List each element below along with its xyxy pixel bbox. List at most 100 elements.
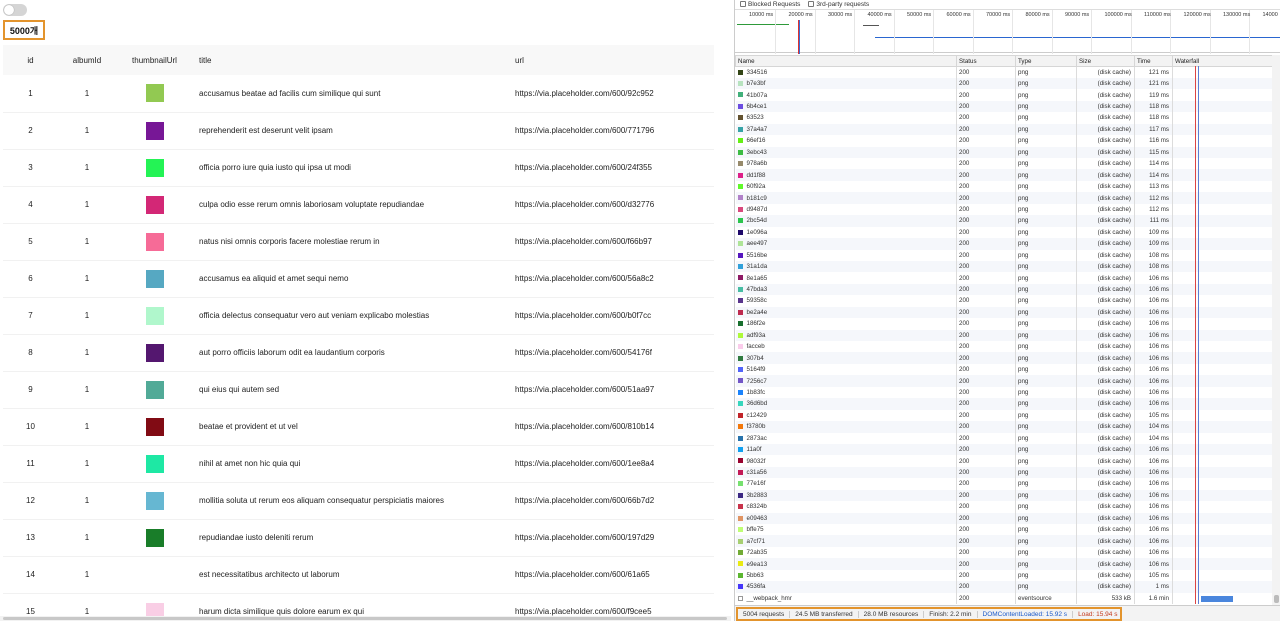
request-row[interactable]: 1b83fc 200 png (disk cache) 106 ms bbox=[735, 386, 1273, 399]
request-row[interactable]: 37a4a7 200 png (disk cache) 117 ms bbox=[735, 123, 1273, 136]
request-row[interactable]: 77e16f 200 png (disk cache) 106 ms bbox=[735, 478, 1273, 490]
request-row[interactable]: 11a0f 200 png (disk cache) 106 ms bbox=[735, 443, 1273, 456]
request-row[interactable]: 63523 200 png (disk cache) 118 ms bbox=[735, 112, 1273, 124]
cell-id: 4 bbox=[3, 186, 58, 224]
request-row[interactable]: d9487d 200 png (disk cache) 112 ms bbox=[735, 203, 1273, 216]
request-row[interactable]: 6b4ce1 200 png (disk cache) 118 ms bbox=[735, 100, 1273, 113]
request-row[interactable]: 8e1a65 200 png (disk cache) 106 ms bbox=[735, 272, 1273, 284]
col-header-title[interactable]: title bbox=[193, 45, 509, 75]
col-header-waterfall[interactable]: Waterfall bbox=[1172, 55, 1273, 67]
request-status: 200 bbox=[956, 66, 1016, 78]
request-row[interactable]: 7256c7 200 png (disk cache) 106 ms bbox=[735, 375, 1273, 387]
request-row[interactable]: f3780b 200 png (disk cache) 104 ms bbox=[735, 421, 1273, 433]
request-row[interactable]: e9ea13 200 png (disk cache) 106 ms bbox=[735, 558, 1273, 570]
table-row: 13 1 repudiandae iusto deleniti rerum https… bbox=[3, 519, 714, 557]
col-header-albumid[interactable]: albumId bbox=[58, 45, 116, 75]
request-time: 109 ms bbox=[1134, 226, 1173, 239]
request-row[interactable]: 47bda3 200 png (disk cache) 106 ms bbox=[735, 283, 1273, 296]
request-row[interactable]: c12429 200 png (disk cache) 105 ms bbox=[735, 409, 1273, 422]
request-waterfall bbox=[1172, 386, 1273, 399]
request-row[interactable]: __webpack_hmr 200 eventsource 533 kB 1.6 min bbox=[735, 592, 1273, 605]
request-size: (disk cache) bbox=[1076, 158, 1135, 170]
request-row[interactable]: 5bb63 200 png (disk cache) 105 ms bbox=[735, 569, 1273, 582]
request-row[interactable]: 5516be 200 png (disk cache) 108 ms bbox=[735, 249, 1273, 261]
request-status: 200 bbox=[956, 112, 1016, 124]
request-name-cell: 334516 bbox=[735, 66, 957, 78]
request-row[interactable]: a7cf71 200 png (disk cache) 106 ms bbox=[735, 535, 1273, 547]
scrollbar-thumb[interactable] bbox=[1274, 595, 1279, 603]
request-row[interactable]: b7e3bf 200 png (disk cache) 121 ms bbox=[735, 77, 1273, 90]
col-header-time[interactable]: Time bbox=[1134, 55, 1173, 67]
request-row[interactable]: 3ebc43 200 png (disk cache) 115 ms bbox=[735, 146, 1273, 158]
request-row[interactable]: b181c9 200 png (disk cache) 112 ms bbox=[735, 192, 1273, 204]
request-type: png bbox=[1015, 283, 1077, 296]
image-color-icon bbox=[737, 366, 743, 372]
vertical-scrollbar[interactable] bbox=[1272, 55, 1280, 605]
image-color-icon bbox=[737, 92, 743, 98]
request-row[interactable]: 978a6b 200 png (disk cache) 114 ms bbox=[735, 158, 1273, 170]
request-status: 200 bbox=[956, 192, 1016, 204]
image-color-icon bbox=[737, 332, 743, 338]
request-row[interactable]: aee497 200 png (disk cache) 109 ms bbox=[735, 238, 1273, 250]
request-size: (disk cache) bbox=[1076, 272, 1135, 284]
request-row[interactable]: facceb 200 png (disk cache) 106 ms bbox=[735, 341, 1273, 353]
network-overview-timeline[interactable]: 10000 ms 20000 ms 30000 ms 40000 ms 50000 ms… bbox=[735, 9, 1280, 54]
col-header-id[interactable]: id bbox=[3, 45, 58, 75]
request-row[interactable]: bffe75 200 png (disk cache) 106 ms bbox=[735, 524, 1273, 536]
col-header-name[interactable]: Name bbox=[735, 55, 957, 67]
col-header-status[interactable]: Status bbox=[956, 55, 1016, 67]
request-row[interactable]: 98032f 200 png (disk cache) 106 ms bbox=[735, 455, 1273, 467]
col-header-url[interactable]: url bbox=[509, 45, 714, 75]
request-row[interactable]: 2bc54d 200 png (disk cache) 111 ms bbox=[735, 215, 1273, 227]
request-time: 106 ms bbox=[1134, 363, 1173, 376]
request-size: (disk cache) bbox=[1076, 89, 1135, 101]
request-size: (disk cache) bbox=[1076, 409, 1135, 422]
request-status: 200 bbox=[956, 215, 1016, 227]
table-row: 1 1 accusamus beatae ad facilis cum simili… bbox=[3, 75, 714, 113]
request-name: 7256c7 bbox=[746, 377, 767, 385]
timeline-tick-label: 70000 ms bbox=[986, 12, 1011, 18]
request-row[interactable]: adf93a 200 png (disk cache) 106 ms bbox=[735, 329, 1273, 341]
request-row[interactable]: 1e096a 200 png (disk cache) 109 ms bbox=[735, 226, 1273, 239]
col-header-thumbnailurl[interactable]: thumbnailUrl bbox=[116, 45, 193, 75]
request-row[interactable]: 31a1da 200 png (disk cache) 108 ms bbox=[735, 260, 1273, 273]
blocked-requests-filter[interactable]: Blocked Requests bbox=[740, 1, 800, 8]
request-row[interactable]: 307b4 200 png (disk cache) 106 ms bbox=[735, 352, 1273, 364]
request-row[interactable]: 4536fa 200 png (disk cache) 1 ms bbox=[735, 581, 1273, 593]
request-row[interactable]: 59358c 200 png (disk cache) 106 ms bbox=[735, 295, 1273, 307]
request-row[interactable]: e09463 200 png (disk cache) 106 ms bbox=[735, 512, 1273, 524]
request-time: 106 ms bbox=[1134, 329, 1173, 341]
request-time: 112 ms bbox=[1134, 192, 1173, 204]
cell-url: https://via.placeholder.com/600/1ee8a4 bbox=[509, 445, 714, 483]
toggle-switch[interactable] bbox=[3, 4, 27, 16]
request-row[interactable]: 334516 200 png (disk cache) 121 ms bbox=[735, 66, 1273, 78]
col-header-size[interactable]: Size bbox=[1076, 55, 1135, 67]
checkbox-icon[interactable] bbox=[808, 1, 815, 7]
thumbnail-image bbox=[145, 306, 164, 325]
request-row[interactable]: 60f92a 200 png (disk cache) 113 ms bbox=[735, 180, 1273, 193]
request-status: 200 bbox=[956, 226, 1016, 239]
horizontal-scrollbar[interactable] bbox=[0, 616, 731, 621]
cell-thumbnail bbox=[116, 297, 193, 335]
request-row[interactable]: 5164f9 200 png (disk cache) 106 ms bbox=[735, 363, 1273, 376]
request-row[interactable]: 72ab35 200 png (disk cache) 106 ms bbox=[735, 546, 1273, 559]
request-row[interactable]: dd1f88 200 png (disk cache) 114 ms bbox=[735, 169, 1273, 181]
request-row[interactable]: be2a4e 200 png (disk cache) 106 ms bbox=[735, 306, 1273, 319]
request-row[interactable]: 3b2883 200 png (disk cache) 106 ms bbox=[735, 489, 1273, 502]
request-time: 106 ms bbox=[1134, 478, 1173, 490]
request-row[interactable]: 2873ac 200 png (disk cache) 104 ms bbox=[735, 432, 1273, 444]
request-name-cell: 307b4 bbox=[735, 352, 957, 364]
cell-title: culpa odio esse rerum omnis laboriosam v… bbox=[193, 186, 509, 224]
request-type: png bbox=[1015, 581, 1077, 593]
scrollbar-thumb[interactable] bbox=[3, 617, 727, 620]
request-row[interactable]: 36d6bd 200 png (disk cache) 106 ms bbox=[735, 398, 1273, 410]
request-row[interactable]: c31a56 200 png (disk cache) 106 ms bbox=[735, 466, 1273, 479]
checkbox-icon[interactable] bbox=[740, 1, 746, 7]
request-row[interactable]: 66ef16 200 png (disk cache) 116 ms bbox=[735, 135, 1273, 147]
request-row[interactable]: c8324b 200 png (disk cache) 106 ms bbox=[735, 501, 1273, 513]
request-row[interactable]: 186f2e 200 png (disk cache) 106 ms bbox=[735, 318, 1273, 330]
request-size: (disk cache) bbox=[1076, 341, 1135, 353]
request-row[interactable]: 41b07a 200 png (disk cache) 119 ms bbox=[735, 89, 1273, 101]
third-party-filter[interactable]: 3rd-party requests bbox=[808, 1, 869, 8]
col-header-type[interactable]: Type bbox=[1015, 55, 1077, 67]
